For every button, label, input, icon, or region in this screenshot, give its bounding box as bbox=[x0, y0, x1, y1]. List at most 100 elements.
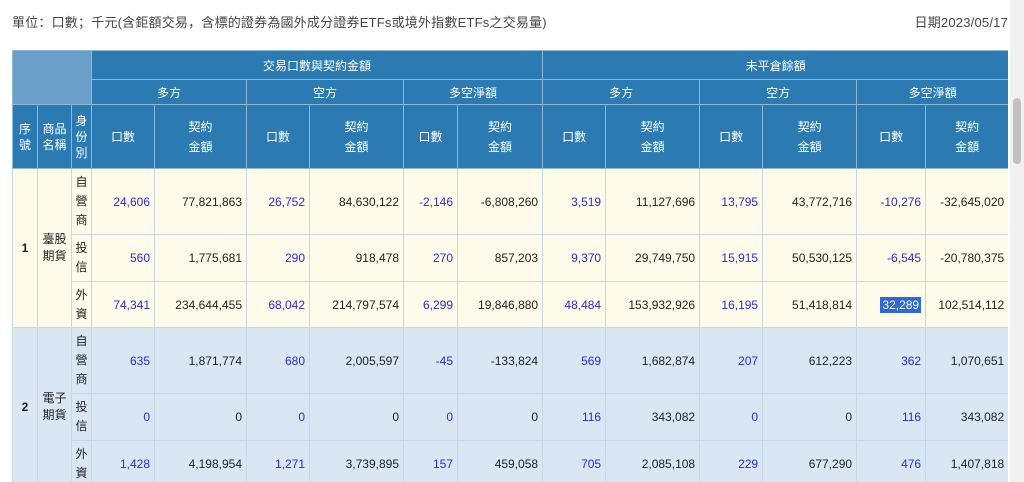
amount-cell: 84,630,122 bbox=[309, 168, 405, 235]
amount-cell: -133,824 bbox=[457, 327, 544, 394]
qty-cell: 9,370 bbox=[542, 234, 607, 282]
amount-cell: 0 bbox=[762, 393, 858, 441]
column-header-amount: 契約 金額 bbox=[925, 104, 1008, 169]
qty-cell: 229 bbox=[699, 440, 764, 482]
qty-cell: 207 bbox=[699, 327, 764, 394]
identity-cell: 投 信 bbox=[70, 234, 93, 282]
column-header-identity: 身 份 別 bbox=[70, 104, 93, 169]
amount-cell: 50,530,125 bbox=[762, 234, 858, 282]
identity-cell: 投 信 bbox=[70, 393, 93, 441]
scrollbar-thumb[interactable] bbox=[1013, 98, 1021, 164]
amount-cell: 1,775,681 bbox=[154, 234, 248, 282]
identity-cell: 外 資 bbox=[70, 440, 93, 482]
amount-cell: 1,682,874 bbox=[605, 327, 701, 394]
amount-cell: 234,644,455 bbox=[154, 281, 248, 328]
qty-cell: 3,519 bbox=[542, 168, 607, 235]
column-header-qty: 口數 bbox=[542, 104, 607, 169]
column-header-seq: 序 號 bbox=[12, 104, 38, 169]
qty-cell: 362 bbox=[856, 327, 927, 394]
amount-cell: 29,749,750 bbox=[605, 234, 701, 282]
selected-text: 32,289 bbox=[880, 296, 922, 313]
qty-cell: 48,484 bbox=[542, 281, 607, 328]
subheader-oi-long: 多方 bbox=[542, 79, 701, 105]
amount-cell: 0 bbox=[309, 393, 405, 441]
amount-cell: 918,478 bbox=[309, 234, 405, 282]
column-header-amount: 契約 金額 bbox=[605, 104, 701, 169]
qty-cell: -2,146 bbox=[403, 168, 459, 235]
amount-cell: 19,846,880 bbox=[457, 281, 544, 328]
column-header-amount: 契約 金額 bbox=[762, 104, 858, 169]
qty-cell: 116 bbox=[542, 393, 607, 441]
qty-cell: 26,752 bbox=[246, 168, 311, 235]
qty-cell: 680 bbox=[246, 327, 311, 394]
amount-cell: -32,645,020 bbox=[925, 168, 1008, 235]
amount-cell: 3,739,895 bbox=[309, 440, 405, 482]
amount-cell: 51,418,814 bbox=[762, 281, 858, 328]
page-scrollbar[interactable] bbox=[1010, 0, 1024, 482]
qty-cell: 290 bbox=[246, 234, 311, 282]
qty-cell: 16,195 bbox=[699, 281, 764, 328]
product-name-cell: 臺股 期貨 bbox=[37, 168, 72, 328]
qty-cell: 0 bbox=[91, 393, 156, 441]
group-header-trading: 交易口數與契約金額 bbox=[91, 50, 544, 80]
identity-cell: 自 營 商 bbox=[70, 168, 93, 235]
qty-cell: 0 bbox=[246, 393, 311, 441]
futures-table-container: 交易口數與契約金額 未平倉餘額 多方 空方 多空淨額 多方 空方 多空淨額 序 … bbox=[12, 50, 1008, 482]
table-row: 投 信 560 1,775,681 290 918,478 270 857,203 9,370… bbox=[13, 234, 1008, 282]
seq-cell: 2 bbox=[12, 327, 38, 482]
amount-cell: 1,407,818 bbox=[925, 440, 1008, 482]
qty-cell: 6,299 bbox=[403, 281, 459, 328]
qty-cell: 15,915 bbox=[699, 234, 764, 282]
qty-cell: 569 bbox=[542, 327, 607, 394]
amount-cell: 857,203 bbox=[457, 234, 544, 282]
qty-cell: 68,042 bbox=[246, 281, 311, 328]
amount-cell: 43,772,716 bbox=[762, 168, 858, 235]
qty-cell: 74,341 bbox=[91, 281, 156, 328]
qty-cell: 1,271 bbox=[246, 440, 311, 482]
subheader-oi-net: 多空淨額 bbox=[856, 79, 1008, 105]
subheader-trading-long: 多方 bbox=[91, 79, 248, 105]
qty-cell: 270 bbox=[403, 234, 459, 282]
subheader-trading-net: 多空淨額 bbox=[403, 79, 544, 105]
qty-cell: 0 bbox=[699, 393, 764, 441]
amount-cell: 153,932,926 bbox=[605, 281, 701, 328]
column-header-amount: 契約 金額 bbox=[457, 104, 544, 169]
group-header-open-interest: 未平倉餘額 bbox=[542, 50, 1008, 80]
subheader-oi-short: 空方 bbox=[699, 79, 858, 105]
subheader-trading-short: 空方 bbox=[246, 79, 405, 105]
amount-cell: 4,198,954 bbox=[154, 440, 248, 482]
table-row: 2 電子 期貨自 營 商 635 1,871,774 680 2,005,597 -45 -1… bbox=[12, 327, 1008, 482]
amount-cell: 1,070,651 bbox=[925, 327, 1008, 394]
qty-cell: 476 bbox=[856, 440, 927, 482]
qty-cell: 116 bbox=[856, 393, 927, 441]
amount-cell: 102,514,112 bbox=[925, 281, 1008, 328]
table-row: 1 臺股 期貨自 營 商 24,606 77,821,863 26,752 84,630,… bbox=[12, 168, 1008, 328]
identity-cell: 自 營 商 bbox=[70, 327, 93, 394]
qty-cell: 0 bbox=[403, 393, 459, 441]
seq-cell: 1 bbox=[12, 168, 38, 328]
qty-cell: 13,795 bbox=[699, 168, 764, 235]
identity-cell: 外 資 bbox=[70, 281, 93, 328]
amount-cell: -6,808,260 bbox=[457, 168, 544, 235]
table-row: 投 信 0 0 0 0 0 0 116 343,082 0 0 116 343,082 bbox=[13, 393, 1008, 441]
column-header-product: 商品 名稱 bbox=[37, 104, 72, 169]
amount-cell: 343,082 bbox=[925, 393, 1008, 441]
column-header-qty: 口數 bbox=[699, 104, 764, 169]
qty-cell: 635 bbox=[91, 327, 156, 394]
qty-cell: 1,428 bbox=[91, 440, 156, 482]
column-header-qty: 口數 bbox=[856, 104, 927, 169]
qty-cell: -45 bbox=[403, 327, 459, 394]
column-header-qty: 口數 bbox=[246, 104, 311, 169]
amount-cell: 677,290 bbox=[762, 440, 858, 482]
qty-cell: 157 bbox=[403, 440, 459, 482]
qty-cell: 705 bbox=[542, 440, 607, 482]
amount-cell: 612,223 bbox=[762, 327, 858, 394]
qty-cell: 32,289 bbox=[856, 281, 927, 328]
column-header-qty: 口數 bbox=[403, 104, 459, 169]
unit-note: 單位：口數；千元(含鉅額交易，含標的證券為國外成分證券ETFs或境外指數ETFs… bbox=[12, 14, 547, 30]
amount-cell: 0 bbox=[154, 393, 248, 441]
amount-cell: 459,058 bbox=[457, 440, 544, 482]
amount-cell: 343,082 bbox=[605, 393, 701, 441]
column-header-amount: 契約 金額 bbox=[309, 104, 405, 169]
amount-cell: 77,821,863 bbox=[154, 168, 248, 235]
